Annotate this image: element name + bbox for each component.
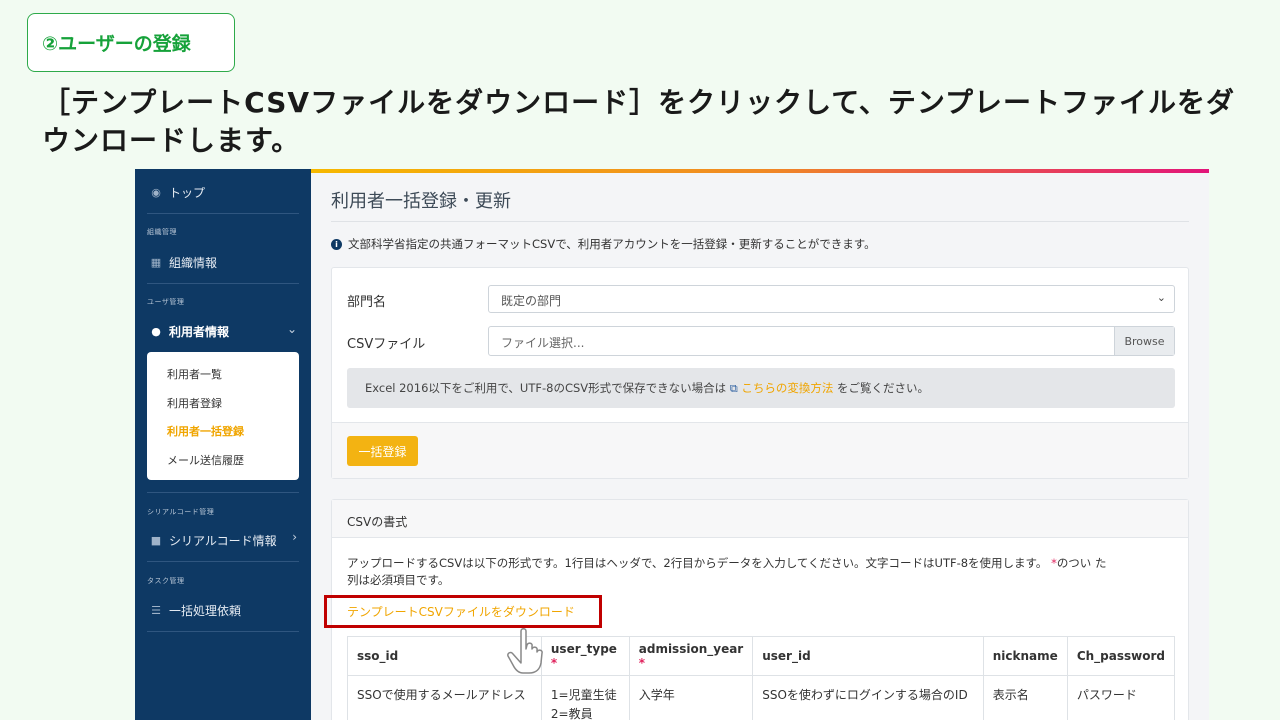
section-label-user: ユーザ管理	[147, 298, 185, 306]
submenu-item-user-register[interactable]: 利用者登録	[167, 395, 222, 411]
user-icon: ●	[151, 325, 161, 338]
column-header: user_id	[752, 636, 984, 676]
chevron-right-icon[interactable]: ›	[292, 530, 297, 544]
table-cell: 入学年	[628, 675, 754, 720]
sidebar-item-user-info[interactable]: ● 利用者情報	[149, 323, 229, 340]
section-label-task: タスク管理	[147, 577, 185, 585]
divider	[147, 213, 299, 214]
chevron-down-icon: ⌄	[1156, 291, 1166, 304]
chevron-down-icon[interactable]: ⌄	[287, 322, 297, 336]
folder-icon: ■	[150, 534, 162, 547]
building-icon: ▦	[150, 256, 162, 269]
browse-button[interactable]: Browse	[1114, 327, 1174, 355]
note-text: をご覧ください。	[836, 381, 929, 395]
table-cell: 表示名	[982, 675, 1068, 720]
sidebar-item-label: トップ	[169, 186, 206, 200]
external-link-icon: ⧉	[729, 382, 738, 395]
sidebar-item-label: シリアルコード情報	[169, 534, 277, 548]
submenu-item-bulk-register[interactable]: 利用者一括登録	[167, 423, 244, 439]
user-submenu: 利用者一覧 利用者登録 利用者一括登録 メール送信履歴	[147, 352, 299, 480]
card-footer: 一括登録	[332, 422, 1188, 478]
table-cell: 1=児童生徒 2=教員	[540, 675, 630, 720]
csv-format-card: CSVの書式 アップロードするCSVは以下の形式です。1行目はヘッダで、2行目か…	[324, 499, 1189, 720]
department-value: 既定の部門	[501, 294, 562, 308]
desc-text: アップロードするCSVは以下の形式です。1行目はヘッダで、2行目からデータを入力…	[347, 556, 1048, 570]
divider	[331, 221, 1189, 222]
file-placeholder: ファイル選択...	[501, 336, 585, 350]
sidebar-item-label: 利用者情報	[169, 325, 230, 339]
table-header-row: sso_id user_type * admission_year * user…	[347, 636, 1176, 676]
highlight-box	[324, 595, 602, 628]
table-cell: パスワード	[1066, 675, 1176, 720]
sidebar-item-label: 組織情報	[169, 256, 218, 270]
column-header: user_type *	[540, 636, 630, 676]
bulk-register-button[interactable]: 一括登録	[347, 436, 418, 466]
accent-bar	[311, 169, 1209, 173]
sidebar-item-batch-request[interactable]: ☰ 一括処理依頼	[149, 602, 241, 619]
sidebar-item-top[interactable]: ◉ トップ	[149, 184, 205, 201]
app-screenshot: ◉ トップ 組織管理 ▦ 組織情報 ユーザ管理 ● 利用者情報 ⌄ 利用者一覧 …	[135, 169, 1209, 720]
divider	[147, 283, 299, 284]
table-row: SSOで使用するメールアドレス 1=児童生徒 2=教員 入学年 SSOを使わずにロ…	[347, 675, 1176, 720]
sidebar: ◉ トップ 組織管理 ▦ 組織情報 ユーザ管理 ● 利用者情報 ⌄ 利用者一覧 …	[135, 169, 311, 720]
csv-format-header: CSVの書式	[332, 500, 1188, 538]
department-select[interactable]: 既定の部門 ⌄	[488, 285, 1175, 313]
table-cell: SSOで使用するメールアドレス	[347, 675, 542, 720]
column-header: Ch_password	[1066, 636, 1176, 676]
step-badge: ②ユーザーの登録	[27, 13, 235, 72]
info-message: i 文部科学省指定の共通フォーマットCSVで、利用者アカウントを一括登録・更新す…	[331, 236, 876, 252]
dashboard-icon: ◉	[151, 186, 161, 199]
table-cell: SSOを使わずにログインする場合のID	[752, 675, 984, 720]
page-title: 利用者一括登録・更新	[331, 191, 511, 212]
main-content: 利用者一括登録・更新 i 文部科学省指定の共通フォーマットCSVで、利用者アカウ…	[311, 169, 1209, 720]
note-text: Excel 2016以下をご利用で、UTF-8のCSV形式で保存できない場合は	[365, 381, 727, 395]
sidebar-item-serial-info[interactable]: ■ シリアルコード情報	[149, 532, 277, 549]
divider	[147, 492, 299, 493]
sidebar-item-label: 一括処理依頼	[169, 604, 242, 618]
list-icon: ☰	[151, 604, 161, 617]
desc-text: のつい た	[1056, 556, 1107, 570]
excel-note: Excel 2016以下をご利用で、UTF-8のCSV形式で保存できない場合は …	[347, 368, 1175, 408]
submenu-item-user-list[interactable]: 利用者一覧	[167, 366, 222, 382]
section-label-serial: シリアルコード管理	[147, 508, 215, 516]
desc-text: 列は必須項目です。	[347, 573, 450, 587]
column-header: admission_year *	[628, 636, 754, 676]
info-icon: i	[331, 238, 342, 250]
section-label-org: 組織管理	[147, 228, 177, 236]
upload-card: 部門名 既定の部門 ⌄ CSVファイル ファイル選択... Browse Exc…	[331, 267, 1189, 479]
csv-file-input[interactable]: ファイル選択... Browse	[488, 326, 1175, 356]
info-text: 文部科学省指定の共通フォーマットCSVで、利用者アカウントを一括登録・更新するこ…	[348, 237, 876, 251]
hand-cursor-icon	[507, 628, 543, 674]
csv-file-label: CSVファイル	[347, 337, 426, 352]
csv-format-description: アップロードするCSVは以下の形式です。1行目はヘッダで、2行目からデータを入力…	[347, 555, 1177, 589]
instruction-text: ［テンプレートCSVファイルをダウンロード］をクリックして、テンプレートファイル…	[42, 86, 1235, 157]
csv-format-table: sso_id user_type * admission_year * user…	[347, 636, 1176, 720]
conversion-method-link[interactable]: こちらの変換方法	[741, 381, 833, 395]
department-label: 部門名	[347, 295, 387, 310]
sidebar-item-org-info[interactable]: ▦ 組織情報	[149, 254, 217, 271]
divider	[147, 561, 299, 562]
column-header: nickname	[982, 636, 1068, 676]
submenu-item-mail-history[interactable]: メール送信履歴	[167, 452, 244, 468]
divider	[147, 631, 299, 632]
